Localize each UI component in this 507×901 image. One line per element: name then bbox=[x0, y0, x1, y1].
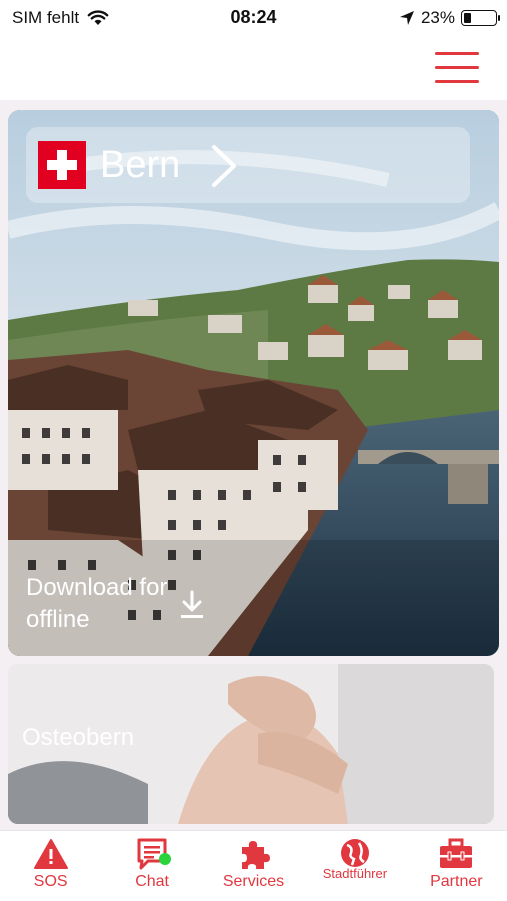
tab-partner[interactable]: Partner bbox=[406, 831, 507, 901]
tab-label-partner: Partner bbox=[430, 873, 483, 890]
content-area: Bern Download for offline Osteobern bbox=[0, 100, 507, 830]
tab-label-services: Services bbox=[222, 873, 285, 890]
bottom-tab-bar: SOS Chat Services Stadtführer Partner bbox=[0, 830, 507, 901]
status-bar: SIM fehlt 08:24 23% bbox=[0, 0, 507, 36]
partner-card-title: Osteobern bbox=[22, 724, 135, 751]
city-selector-button[interactable]: Bern bbox=[26, 127, 470, 203]
puzzle-piece-icon bbox=[241, 841, 270, 869]
battery-icon bbox=[461, 10, 500, 26]
tab-stadtfuehrer[interactable]: Stadtführer bbox=[304, 831, 405, 901]
tab-label-stadtfuehrer: Stadtführer bbox=[322, 866, 388, 881]
toolbox-icon bbox=[440, 838, 473, 868]
app-header bbox=[0, 36, 507, 100]
tab-label-chat: Chat bbox=[135, 873, 169, 890]
tab-label-sos: SOS bbox=[33, 873, 68, 890]
battery-percent: 23% bbox=[420, 8, 455, 27]
city-hero-card[interactable]: Bern Download for offline bbox=[8, 110, 499, 656]
tab-services[interactable]: Services bbox=[203, 831, 304, 901]
warning-triangle-icon bbox=[33, 839, 68, 869]
hamburger-menu-icon[interactable] bbox=[435, 50, 479, 84]
download-icon[interactable] bbox=[178, 590, 206, 620]
location-arrow-icon bbox=[399, 11, 414, 25]
battery-level bbox=[464, 13, 471, 23]
tab-sos[interactable]: SOS bbox=[0, 831, 101, 901]
status-right: 23% bbox=[399, 8, 500, 28]
swiss-flag-icon bbox=[38, 141, 86, 189]
partner-card-osteobern[interactable]: Osteobern bbox=[8, 664, 494, 824]
tab-chat[interactable]: Chat bbox=[101, 831, 202, 901]
chevron-right-icon bbox=[212, 145, 236, 187]
download-offline-label[interactable]: Download for offline bbox=[26, 572, 186, 636]
city-name: Bern bbox=[100, 143, 181, 186]
